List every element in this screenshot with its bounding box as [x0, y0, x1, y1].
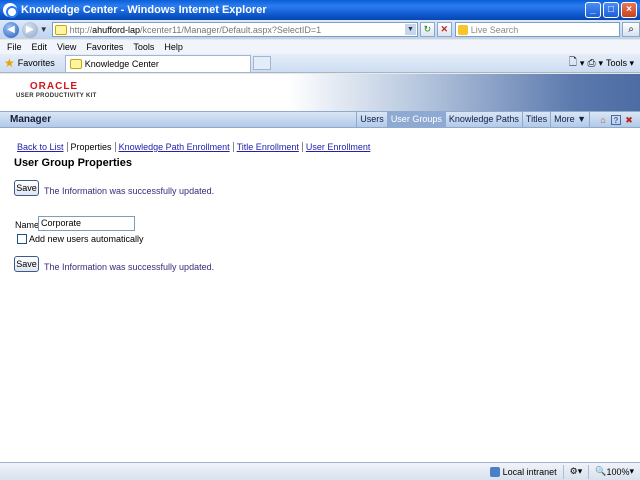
status-bar: Local intranet ⚙▾ 🔍 100% ▾	[0, 462, 640, 480]
help-icon[interactable]: ?	[611, 114, 621, 125]
address-input[interactable]: http://ahufford-lap/kcenter11/Manager/De…	[51, 22, 419, 37]
oracle-logo: ORACLE USER PRODUCTIVITY KIT	[16, 81, 97, 99]
menu-file[interactable]: File	[0, 42, 27, 52]
knowledge-path-enrollment-link[interactable]: Knowledge Path Enrollment	[119, 142, 234, 152]
close-button[interactable]: ×	[621, 2, 637, 18]
window-title: Knowledge Center - Windows Internet Expl…	[21, 4, 267, 16]
add-new-users-checkbox[interactable]	[17, 234, 27, 244]
minimize-button[interactable]: _	[585, 2, 601, 18]
favorites-button[interactable]: ★ Favorites	[0, 55, 59, 72]
menu-favorites[interactable]: Favorites	[81, 42, 128, 52]
success-message-bottom: The Information was successfully updated…	[44, 262, 215, 272]
menu-bar: File Edit View Favorites Tools Help	[0, 40, 640, 54]
ie-logo-icon	[3, 3, 18, 18]
search-input[interactable]: Live Search	[454, 22, 621, 37]
print-dropdown[interactable]: ▾	[598, 58, 603, 69]
favorites-bar: ★ Favorites Knowledge Center 🗋 ▾ ⎙ ▾ Too…	[0, 54, 640, 73]
tab-knowledge-center[interactable]: Knowledge Center	[64, 54, 251, 72]
nav-knowledge-paths[interactable]: Knowledge Paths	[444, 112, 522, 127]
nav-users[interactable]: Users	[356, 112, 387, 127]
name-label: Name	[15, 220, 40, 230]
title-bar: Knowledge Center - Windows Internet Expl…	[0, 0, 640, 20]
address-bar-row: ◀ ▶ ▼ http://ahufford-lap/kcenter11/Mana…	[0, 20, 640, 39]
nav-user-groups[interactable]: User Groups	[386, 112, 445, 127]
address-dropdown-icon[interactable]: ▼	[405, 24, 417, 35]
forward-icon[interactable]: ▶	[21, 21, 38, 38]
zoom-icon: 🔍	[595, 466, 607, 476]
refresh-icon[interactable]: ↻	[420, 22, 435, 37]
new-tab-button[interactable]	[252, 56, 271, 70]
nav-titles[interactable]: Titles	[521, 112, 550, 127]
sub-navigation: Back to List Properties Knowledge Path E…	[17, 142, 376, 152]
home-icon[interactable]: ⌂	[598, 115, 608, 125]
success-message-top: The Information was successfully updated…	[44, 186, 215, 196]
nav-title: Manager	[10, 114, 52, 125]
tab-properties: Properties	[71, 142, 116, 152]
page-icon-button[interactable]: 🗋	[569, 55, 577, 72]
page-icon	[54, 24, 67, 35]
maximize-button[interactable]: □	[603, 2, 619, 18]
menu-tools[interactable]: Tools	[128, 42, 159, 52]
stop-icon[interactable]: ✕	[436, 22, 452, 37]
add-new-users-label: Add new users automatically	[29, 234, 144, 244]
menu-view[interactable]: View	[52, 42, 81, 52]
recent-pages-dropdown-icon[interactable]: ▼	[40, 25, 48, 34]
security-zone[interactable]: Local intranet	[484, 466, 563, 477]
menu-edit[interactable]: Edit	[27, 42, 53, 52]
back-icon[interactable]: ◀	[3, 21, 19, 38]
protected-mode-toggle[interactable]: ⚙▾	[564, 466, 589, 477]
live-search-icon	[457, 24, 468, 35]
search-icon[interactable]: ⌕	[622, 22, 640, 37]
nav-more[interactable]: More ▼	[550, 112, 589, 127]
intranet-icon	[489, 466, 500, 477]
app-header: ORACLE USER PRODUCTIVITY KIT	[0, 74, 640, 111]
manager-nav-bar: Manager Users User Groups Knowledge Path…	[0, 111, 640, 128]
print-icon[interactable]: ⎙	[587, 58, 595, 69]
back-to-list-link[interactable]: Back to List	[17, 142, 68, 152]
zoom-control[interactable]: 🔍 100% ▾	[589, 466, 640, 477]
page-icon	[69, 58, 82, 69]
tools-menu[interactable]: Tools ▾	[606, 58, 634, 69]
page-content: ORACLE USER PRODUCTIVITY KIT Manager Use…	[0, 74, 640, 462]
page-menu-dropdown[interactable]: ▾	[580, 58, 585, 69]
page-title: User Group Properties	[14, 157, 132, 169]
title-enrollment-link[interactable]: Title Enrollment	[237, 142, 303, 152]
protected-mode-icon: ⚙▾	[569, 466, 583, 476]
user-enrollment-link[interactable]: User Enrollment	[306, 142, 374, 152]
star-icon: ★	[4, 56, 15, 70]
menu-help[interactable]: Help	[159, 42, 188, 52]
name-field[interactable]: Corporate	[38, 216, 135, 231]
exit-icon[interactable]: ✖	[624, 115, 634, 125]
save-button-top[interactable]: Save	[14, 180, 39, 196]
save-button-bottom[interactable]: Save	[14, 256, 39, 272]
